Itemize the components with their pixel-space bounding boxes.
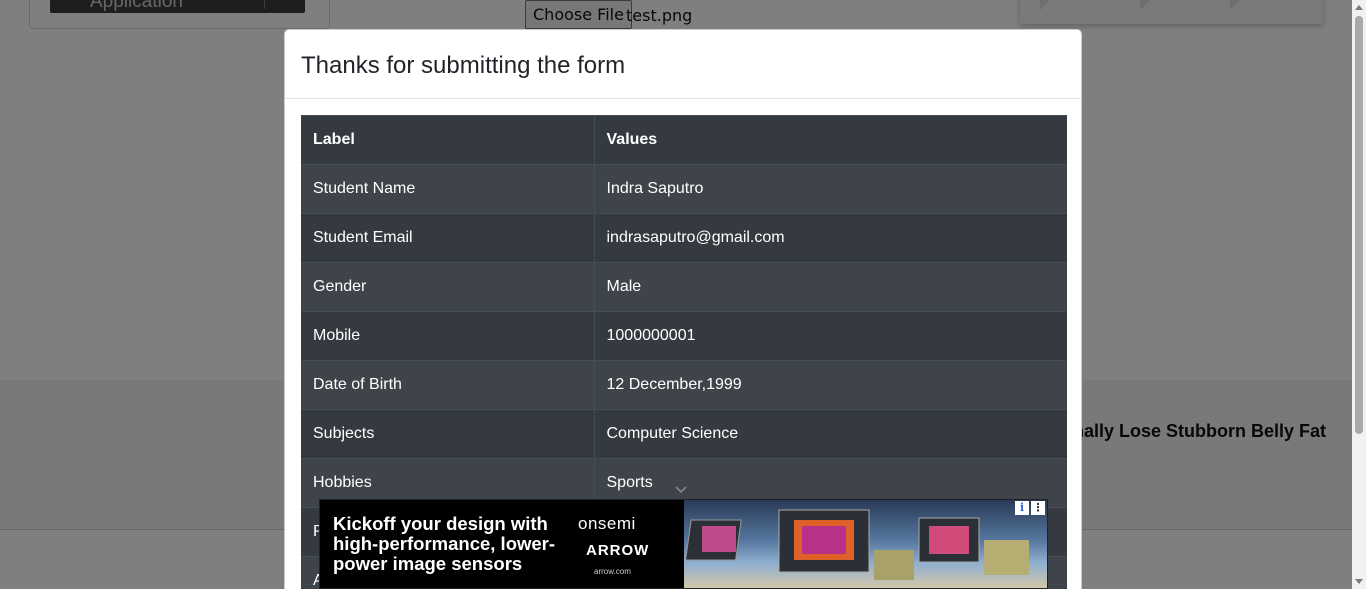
row-label: Mobile — [301, 311, 595, 361]
scroll-up-arrow-icon[interactable] — [1355, 5, 1363, 10]
table-row: Subjects Computer Science — [301, 409, 1067, 459]
table-row: Student Email indrasaputro@gmail.com — [301, 213, 1067, 263]
chevron-down-icon[interactable] — [675, 486, 687, 494]
modal-header: Thanks for submitting the form — [285, 30, 1081, 99]
row-label: Date of Birth — [301, 360, 595, 410]
table-row: Mobile 1000000001 — [301, 311, 1067, 361]
table-header-row: Label Values — [301, 115, 1067, 165]
scroll-down-arrow-icon[interactable] — [1355, 579, 1363, 584]
kebab-menu-icon[interactable]: ⋮ — [1031, 501, 1045, 515]
row-label: Student Name — [301, 164, 595, 214]
row-label: Student Email — [301, 213, 595, 263]
row-value: 1000000001 — [594, 311, 1067, 361]
row-label: Gender — [301, 262, 595, 312]
scrollbar-thumb[interactable] — [1355, 16, 1363, 434]
ad-headline: Kickoff your design with high-performanc… — [333, 513, 556, 574]
row-value: 12 December,1999 — [594, 360, 1067, 410]
table-row: Gender Male — [301, 262, 1067, 312]
row-value: Computer Science — [594, 409, 1067, 459]
info-icon[interactable]: i — [1015, 501, 1029, 515]
row-value: Indra Saputro — [594, 164, 1067, 214]
image-sensor-chips-illustration — [684, 509, 1029, 580]
ad-text-panel: Kickoff your design with high-performanc… — [320, 500, 684, 588]
ad-url: arrow.com — [594, 567, 631, 576]
ad-partner-logo: ARROW — [586, 542, 650, 559]
table-row: Student Name Indra Saputro — [301, 164, 1067, 214]
column-header-label: Label — [301, 115, 595, 165]
page-scrollbar[interactable] — [1352, 0, 1366, 589]
column-header-values: Values — [594, 115, 1067, 165]
ad-image — [684, 500, 1047, 588]
ad-brand-logo: onsemi — [578, 514, 636, 533]
table-row: Date of Birth 12 December,1999 — [301, 360, 1067, 410]
row-label: Subjects — [301, 409, 595, 459]
modal-title: Thanks for submitting the form — [301, 52, 626, 79]
row-value: Male — [594, 262, 1067, 312]
ad-controls: i ⋮ — [1015, 501, 1045, 515]
row-value: indrasaputro@gmail.com — [594, 213, 1067, 263]
ad-banner[interactable]: Kickoff your design with high-performanc… — [319, 499, 1048, 589]
